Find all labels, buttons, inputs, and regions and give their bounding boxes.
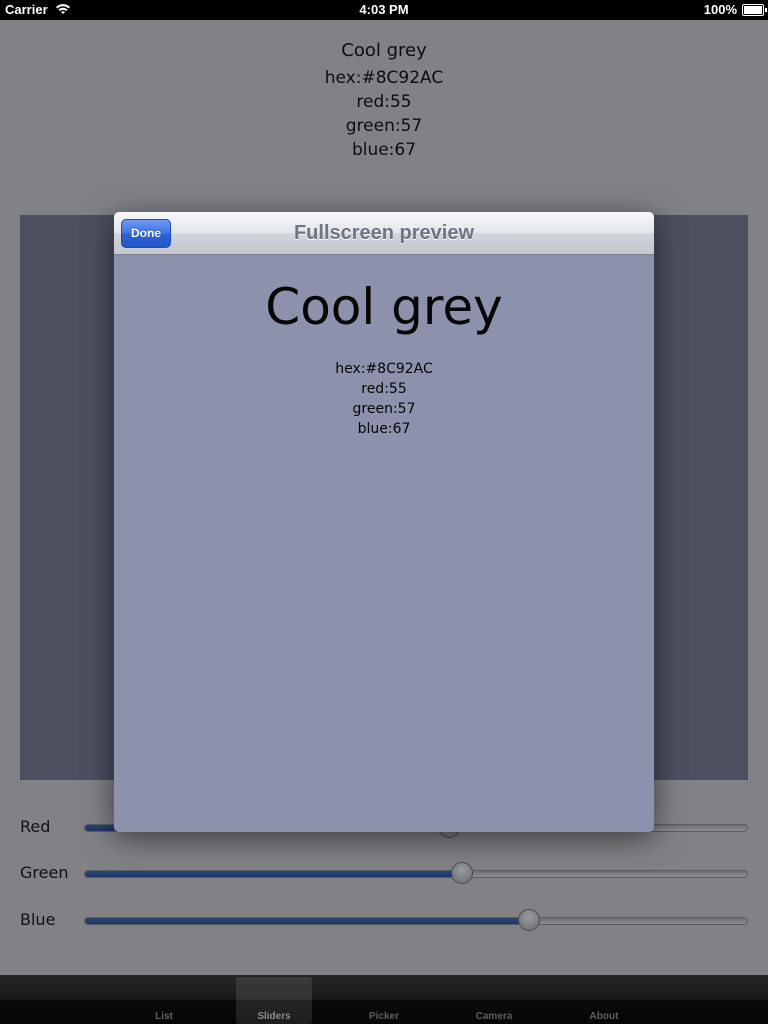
done-button[interactable]: Done (121, 219, 171, 248)
color-hex: hex:#8C92AC (324, 68, 444, 88)
tab-sliders-label: Sliders (257, 1011, 291, 1022)
preview-green: green:57 (352, 401, 416, 417)
blue-slider-row: Blue (0, 906, 768, 936)
battery-icon (742, 4, 767, 16)
color-blue-value: blue:67 (351, 140, 417, 160)
fullscreen-preview-modal: Fullscreen preview Done Cool grey hex:#8… (114, 212, 654, 832)
tab-list-label: List (155, 1011, 173, 1022)
tab-picker[interactable]: Picker (346, 977, 422, 1024)
tab-about-label: About (589, 1011, 619, 1022)
blue-slider-fill (85, 918, 529, 924)
tab-camera[interactable]: Camera (456, 977, 532, 1024)
green-slider[interactable] (84, 870, 748, 878)
blue-slider-thumb[interactable] (517, 909, 540, 931)
tab-about[interactable]: About (566, 977, 642, 1024)
red-slider-label: Red (20, 817, 51, 836)
green-slider-thumb[interactable] (451, 862, 474, 884)
green-slider-row: Green (0, 859, 768, 889)
modal-title: Fullscreen preview (293, 222, 475, 244)
clock: 4:03 PM (359, 2, 409, 17)
tab-list[interactable]: List (126, 977, 202, 1024)
tab-camera-label: Camera (475, 1011, 513, 1022)
preview-blue: blue:67 (357, 421, 411, 437)
green-slider-fill (85, 871, 463, 877)
tab-picker-label: Picker (368, 1011, 400, 1022)
preview-color-name: Cool grey (265, 278, 503, 336)
status-bar: Carrier 4:03 PM 100% (0, 0, 768, 20)
tab-sliders[interactable]: Sliders (236, 977, 312, 1024)
preview-red: red:55 (361, 381, 407, 397)
tab-bar: List Sliders Picker Camera About (0, 975, 768, 1024)
green-slider-label: Green (20, 863, 69, 882)
color-green-value: green:57 (345, 116, 423, 136)
modal-navbar: Fullscreen preview Done (114, 212, 654, 255)
battery-percent: 100% (703, 2, 737, 17)
preview-hex: hex:#8C92AC (335, 361, 433, 377)
color-name: Cool grey (341, 40, 427, 61)
blue-slider-label: Blue (20, 910, 56, 929)
blue-slider[interactable] (84, 917, 748, 925)
color-red-value: red:55 (356, 92, 412, 112)
